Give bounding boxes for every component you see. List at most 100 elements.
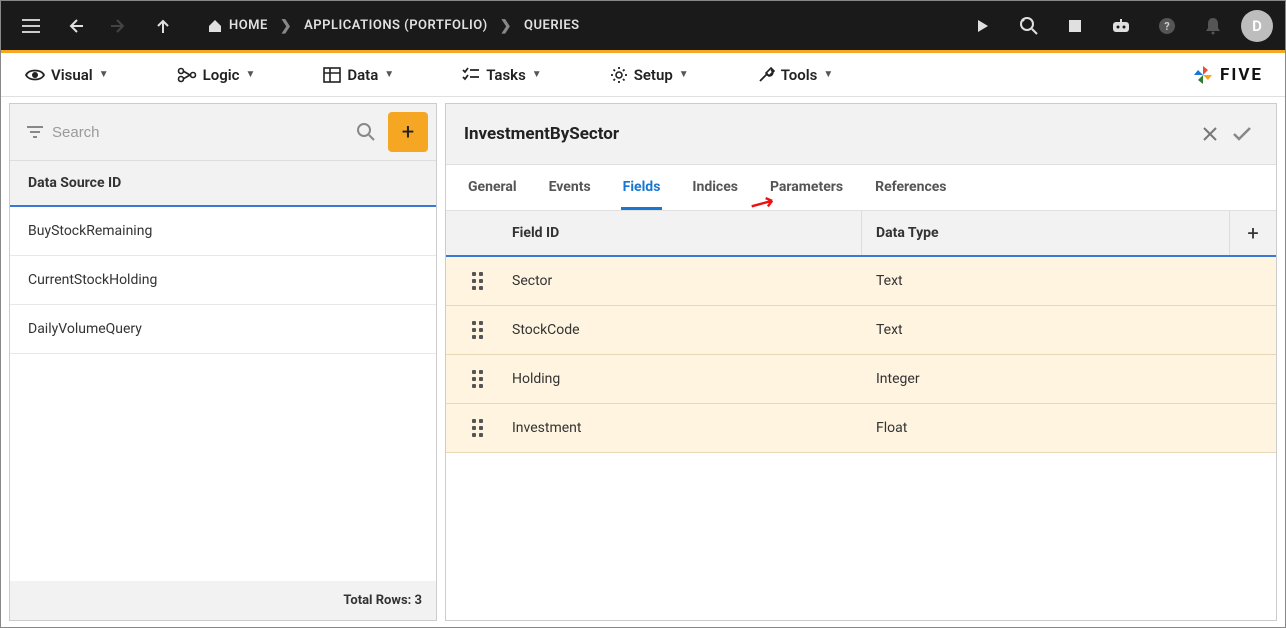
tab-parameters[interactable]: Parameters xyxy=(768,165,845,210)
svg-text:?: ? xyxy=(1164,20,1170,33)
main-split: + Data Source ID BuyStockRemaining Curre… xyxy=(1,97,1285,627)
right-panel: InvestmentBySector General Events Fields… xyxy=(445,103,1277,621)
add-button[interactable]: + xyxy=(388,112,428,152)
bot-icon[interactable] xyxy=(1103,8,1139,44)
tabs: General Events Fields Indices Parameters… xyxy=(446,165,1276,211)
cell-field-id: Holding xyxy=(510,355,862,403)
forward-button xyxy=(101,8,137,44)
menu-label: Tools xyxy=(781,66,818,84)
tab-references[interactable]: References xyxy=(873,165,948,210)
table-row[interactable]: Sector Text xyxy=(446,257,1276,306)
caret-down-icon: ▼ xyxy=(99,69,109,80)
menu-logic[interactable]: Logic ▼ xyxy=(163,60,270,90)
left-column-header: Data Source ID xyxy=(10,161,436,207)
filter-icon[interactable] xyxy=(18,125,52,139)
drag-handle-icon[interactable] xyxy=(446,321,510,340)
breadcrumb: HOME ❯ APPLICATIONS (PORTFOLIO) ❯ QUERIE… xyxy=(197,18,590,34)
stop-icon[interactable] xyxy=(1057,8,1093,44)
search-icon[interactable] xyxy=(348,122,384,142)
help-icon[interactable]: ? xyxy=(1149,8,1185,44)
fields-table: Field ID Data Type + Sector Text StockCo… xyxy=(446,211,1276,620)
left-panel: + Data Source ID BuyStockRemaining Curre… xyxy=(9,103,437,621)
menu-label: Visual xyxy=(51,66,93,84)
breadcrumb-home[interactable]: HOME xyxy=(197,18,278,33)
plus-icon: + xyxy=(402,120,414,145)
eye-icon xyxy=(25,68,45,82)
detail-header: InvestmentBySector xyxy=(446,104,1276,165)
menu-visual[interactable]: Visual ▼ xyxy=(11,60,123,90)
pinwheel-icon xyxy=(1192,64,1214,86)
caret-down-icon: ▼ xyxy=(532,69,542,80)
table-head: Field ID Data Type + xyxy=(446,211,1276,257)
cell-field-id: Sector xyxy=(510,257,862,305)
chevron-right-icon: ❯ xyxy=(498,18,514,34)
cell-field-id: StockCode xyxy=(510,306,862,354)
data-source-list: BuyStockRemaining CurrentStockHolding Da… xyxy=(10,207,436,581)
search-zoom-icon[interactable] xyxy=(1011,8,1047,44)
th-data-type: Data Type xyxy=(862,211,1230,255)
checklist-icon xyxy=(462,67,480,83)
th-field-id: Field ID xyxy=(510,211,862,255)
close-button[interactable] xyxy=(1194,118,1226,150)
tab-fields[interactable]: Fields xyxy=(621,165,663,210)
page-title: InvestmentBySector xyxy=(464,124,619,144)
left-panel-header: + xyxy=(10,104,436,161)
menu-label: Logic xyxy=(203,66,240,84)
menu-data[interactable]: Data ▼ xyxy=(309,60,408,90)
drag-handle-icon[interactable] xyxy=(446,370,510,389)
hamburger-menu-icon[interactable] xyxy=(13,8,49,44)
topbar: HOME ❯ APPLICATIONS (PORTFOLIO) ❯ QUERIE… xyxy=(1,1,1285,53)
bell-icon[interactable] xyxy=(1195,8,1231,44)
tab-general[interactable]: General xyxy=(466,165,519,210)
menu-tasks[interactable]: Tasks ▼ xyxy=(448,60,556,90)
brand-text: FIVE xyxy=(1220,65,1263,85)
confirm-button[interactable] xyxy=(1226,118,1258,150)
table-row[interactable]: Investment Float xyxy=(446,404,1276,453)
breadcrumb-label: HOME xyxy=(229,18,268,33)
logic-icon xyxy=(177,67,197,83)
cell-data-type: Text xyxy=(862,257,1230,305)
table-row[interactable]: Holding Integer xyxy=(446,355,1276,404)
caret-down-icon: ▼ xyxy=(245,69,255,80)
left-footer: Total Rows: 3 xyxy=(10,581,436,620)
avatar-letter: D xyxy=(1252,17,1262,35)
brand-logo: FIVE xyxy=(1192,64,1275,86)
home-icon xyxy=(207,19,223,33)
tab-events[interactable]: Events xyxy=(547,165,593,210)
breadcrumb-queries[interactable]: QUERIES xyxy=(514,18,590,33)
breadcrumb-label: QUERIES xyxy=(524,18,580,33)
cell-field-id: Investment xyxy=(510,404,862,452)
avatar[interactable]: D xyxy=(1241,10,1273,42)
back-button[interactable] xyxy=(57,8,93,44)
menu-setup[interactable]: Setup ▼ xyxy=(596,60,703,90)
tab-indices[interactable]: Indices xyxy=(690,165,740,210)
up-button[interactable] xyxy=(145,8,181,44)
drag-handle-icon[interactable] xyxy=(446,419,510,438)
cell-data-type: Float xyxy=(862,404,1230,452)
drag-handle-icon[interactable] xyxy=(446,272,510,291)
table-row[interactable]: StockCode Text xyxy=(446,306,1276,355)
caret-down-icon: ▼ xyxy=(679,69,689,80)
breadcrumb-applications[interactable]: APPLICATIONS (PORTFOLIO) xyxy=(294,18,498,33)
list-item[interactable]: DailyVolumeQuery xyxy=(10,305,436,354)
footer-count: 3 xyxy=(415,593,422,608)
breadcrumb-label: APPLICATIONS (PORTFOLIO) xyxy=(304,18,488,33)
tools-icon xyxy=(757,66,775,84)
add-field-button[interactable]: + xyxy=(1230,221,1276,245)
gear-icon xyxy=(610,66,628,84)
search-input[interactable] xyxy=(52,124,348,141)
caret-down-icon: ▼ xyxy=(823,69,833,80)
menubar: Visual ▼ Logic ▼ Data ▼ Tasks ▼ Setup ▼ … xyxy=(1,53,1285,97)
chevron-right-icon: ❯ xyxy=(278,18,294,34)
menu-label: Tasks xyxy=(486,66,526,84)
table-icon xyxy=(323,67,341,83)
footer-label: Total Rows: xyxy=(343,593,411,608)
menu-tools[interactable]: Tools ▼ xyxy=(743,60,848,90)
list-item[interactable]: BuyStockRemaining xyxy=(10,207,436,256)
play-icon[interactable] xyxy=(965,8,1001,44)
cell-data-type: Integer xyxy=(862,355,1230,403)
caret-down-icon: ▼ xyxy=(384,69,394,80)
menu-label: Data xyxy=(347,66,378,84)
list-item[interactable]: CurrentStockHolding xyxy=(10,256,436,305)
menu-label: Setup xyxy=(634,66,673,84)
